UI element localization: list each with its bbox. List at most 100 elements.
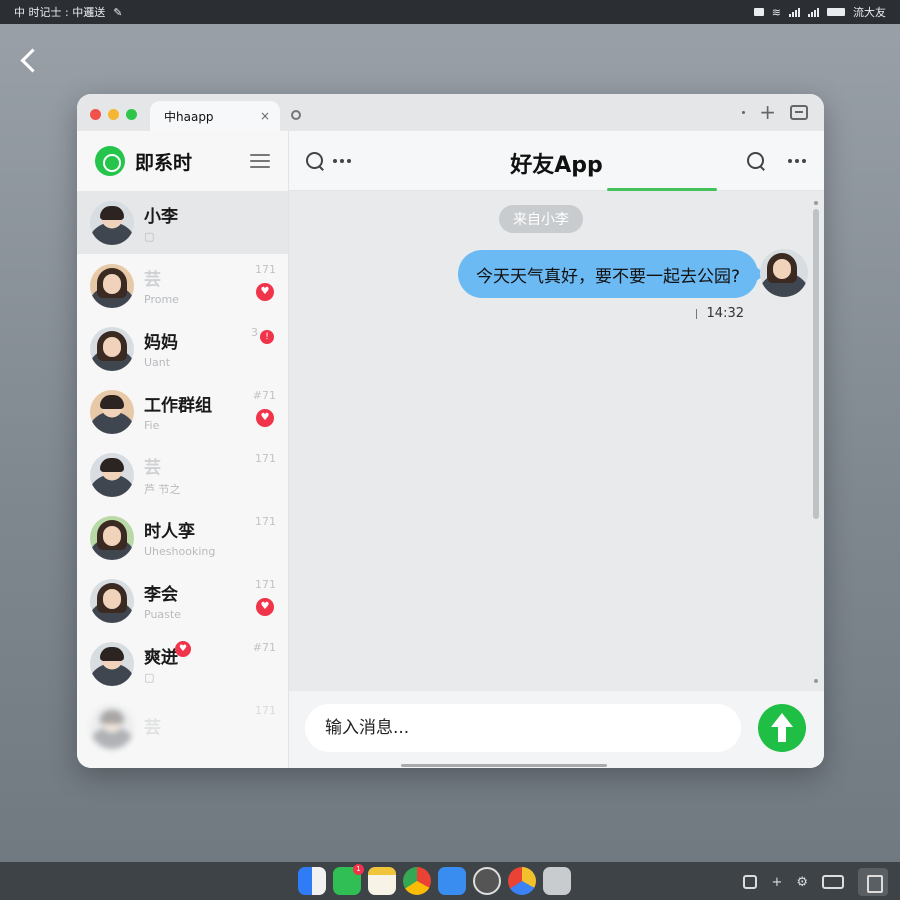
contact-item[interactable]: 芸 芦 节之 171: [77, 443, 288, 506]
contact-item[interactable]: 爽迸 ▢ #71 ♥: [77, 632, 288, 695]
screen-icon[interactable]: [822, 875, 844, 889]
contact-time: 171: [255, 515, 276, 528]
messages-app-icon[interactable]: 1: [333, 864, 364, 895]
message-input[interactable]: [305, 704, 741, 752]
contact-time: #71: [252, 389, 276, 402]
contact-time: 171: [255, 452, 276, 465]
system-tray: + ⚙: [743, 868, 888, 896]
scrollbar-thumb[interactable]: [813, 209, 819, 519]
contact-time: #71: [252, 641, 276, 654]
app-window: 中haapp × + 即系时 小李 ▢ 芸 Prome 171 ♥ 妈妈 Uan…: [77, 94, 824, 768]
heart-badge-icon: ♥: [256, 409, 274, 427]
circle-icon[interactable]: [291, 110, 301, 120]
save-icon[interactable]: [858, 868, 888, 896]
scroll-down-icon[interactable]: [814, 679, 818, 683]
dot-icon: [742, 110, 746, 114]
status-bar: 中 时记士 : 中邏送 ✎ ≋ 流大友: [0, 0, 900, 24]
date-label: 来自小李: [499, 205, 583, 233]
contact-item[interactable]: 妈妈 Uant 3 !: [77, 317, 288, 380]
status-bar-left-text: 中 时记士 : 中邏送: [14, 6, 106, 19]
chat-title: 好友App: [510, 153, 603, 178]
whatsapp-icon: [95, 146, 125, 176]
battery-icon: [827, 8, 845, 16]
avatar: [90, 515, 134, 560]
contact-sidebar: 即系时 小李 ▢ 芸 Prome 171 ♥ 妈妈 Uant 3 ! 工作群组 …: [77, 131, 289, 768]
sidebar-header: 即系时: [77, 131, 288, 191]
heart-badge-icon: ♥: [175, 641, 191, 657]
chat-pane: 好友App 来自小李 今天天气真好，要不要一起去公园? 14:32: [289, 131, 824, 768]
contact-item[interactable]: 芸 171: [77, 695, 288, 758]
read-tick-icon: [695, 308, 697, 319]
message-time: 14:32: [695, 306, 744, 321]
close-window-button[interactable]: [90, 109, 101, 120]
dock: 1: [298, 864, 571, 898]
signal-2-icon: [808, 7, 819, 17]
finder-app-icon[interactable]: [298, 867, 326, 895]
minimize-window-button[interactable]: [108, 109, 119, 120]
contact-preview: Uant: [144, 356, 171, 369]
contact-item[interactable]: 时人孪 Uheshooking 171: [77, 506, 288, 569]
heart-badge-icon: ♥: [256, 283, 274, 301]
hamburger-icon[interactable]: [250, 154, 270, 168]
contact-item[interactable]: 工作群组 Fie #71 ♥: [77, 380, 288, 443]
editor-app-icon[interactable]: [438, 867, 466, 895]
wifi-icon: ≋: [771, 5, 781, 19]
pen-app-icon[interactable]: [543, 867, 571, 895]
plus-icon[interactable]: +: [771, 875, 782, 890]
avatar: [90, 704, 134, 749]
avatar: [90, 578, 134, 623]
settings-icon[interactable]: ⚙: [796, 875, 808, 890]
contact-time: 171: [255, 263, 276, 276]
contact-preview: 芦 节之: [144, 482, 181, 496]
contact-list: 小李 ▢ 芸 Prome 171 ♥ 妈妈 Uant 3 ! 工作群组 Fie …: [77, 191, 288, 758]
more-icon[interactable]: [788, 151, 806, 171]
chrome-app-icon[interactable]: [403, 867, 431, 895]
tab-close-icon[interactable]: ×: [260, 109, 270, 123]
browser-app-icon[interactable]: [508, 867, 536, 895]
avatar: [90, 389, 134, 434]
copy-icon[interactable]: [743, 875, 758, 889]
edit-icon: ✎: [113, 5, 123, 19]
composer: [289, 691, 824, 768]
back-icon[interactable]: [16, 46, 42, 76]
new-tab-button[interactable]: +: [759, 102, 776, 122]
contact-item[interactable]: 小李 ▢: [77, 191, 288, 254]
notification-icon: [753, 8, 764, 16]
message-area: 来自小李 今天天气真好，要不要一起去公园? 14:32: [289, 191, 824, 691]
unread-badge: !: [260, 330, 274, 344]
sidebar-title: 即系时: [135, 151, 193, 174]
contact-preview: ▢: [144, 671, 155, 684]
window-actions: +: [742, 102, 808, 122]
contact-item[interactable]: 李会 Puaste 171 ♥: [77, 569, 288, 632]
contact-preview: Uheshooking: [144, 545, 216, 558]
contact-preview: ▢: [144, 230, 155, 243]
search-icon[interactable]: [746, 151, 766, 171]
send-icon[interactable]: [758, 704, 806, 752]
avatar: [90, 452, 134, 497]
scroll-up-icon[interactable]: [814, 201, 818, 205]
compass-app-icon[interactable]: [473, 867, 501, 895]
tab-title: 中haapp: [164, 109, 214, 124]
sidebar-toggle-icon[interactable]: [790, 104, 808, 120]
message-text: 今天天气真好，要不要一起去公园?: [475, 266, 740, 287]
message-time-text: 14:32: [706, 306, 744, 321]
window-controls: [90, 109, 137, 120]
heart-badge-icon: ♥: [256, 598, 274, 616]
home-indicator: [401, 764, 607, 767]
avatar: [90, 263, 134, 308]
avatar: [90, 326, 134, 371]
contact-item[interactable]: 芸 Prome 171 ♥: [77, 254, 288, 317]
chat-header: 好友App: [289, 131, 824, 191]
contact-time: 171: [255, 704, 276, 717]
signal-icon: [789, 7, 800, 17]
scrollbar[interactable]: [812, 199, 820, 687]
dock-badge: 1: [353, 864, 364, 875]
notes-app-icon[interactable]: [368, 867, 396, 895]
avatar: [760, 249, 808, 297]
status-bar-right-text: 流大友: [853, 6, 886, 19]
avatar: [90, 641, 134, 686]
message-bubble-outgoing[interactable]: 今天天气真好，要不要一起去公园?: [457, 250, 767, 298]
contact-name: 小李: [144, 207, 178, 227]
browser-tab[interactable]: 中haapp ×: [150, 101, 280, 131]
maximize-window-button[interactable]: [126, 109, 137, 120]
